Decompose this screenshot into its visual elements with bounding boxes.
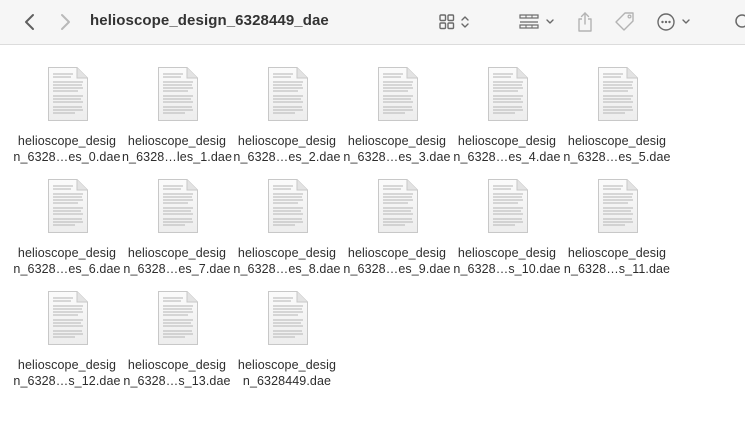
document-icon (158, 179, 198, 233)
file-item[interactable]: helioscope_desig n_6328…s_10.dae (452, 175, 562, 287)
forward-button[interactable] (51, 6, 79, 38)
file-item[interactable]: helioscope_desig n_6328…es_0.dae (12, 63, 122, 175)
search-icon (734, 14, 745, 28)
file-name: helioscope_desig n_6328…es_3.dae (343, 134, 451, 164)
document-icon (158, 291, 198, 345)
chevron-right-icon (61, 14, 70, 30)
file-name: helioscope_desig n_6328…es_6.dae (13, 246, 121, 276)
file-item[interactable]: helioscope_desig n_6328…es_6.dae (12, 175, 122, 287)
icon-grid-view-icon (439, 14, 469, 30)
file-name: helioscope_desig n_6328…es_5.dae (563, 134, 671, 164)
file-grid: helioscope_desig n_6328…es_0.dae heliosc… (12, 63, 672, 399)
document-icon (158, 67, 198, 121)
finder-window: helioscope_design_6328449_dae helioscope… (0, 0, 745, 421)
toolbar: helioscope_design_6328449_dae (0, 0, 745, 45)
document-icon (268, 179, 308, 233)
document-icon (598, 179, 638, 233)
document-icon (378, 67, 418, 121)
document-icon (48, 291, 88, 345)
file-name: helioscope_desig n_6328…s_11.dae (563, 246, 671, 276)
file-item[interactable]: helioscope_desig n_6328…es_9.dae (342, 175, 452, 287)
chevron-left-icon (25, 14, 34, 30)
file-name: helioscope_desig n_6328…s_10.dae (453, 246, 561, 276)
file-name: helioscope_desig n_6328…les_1.dae (122, 134, 233, 164)
ellipsis-circle-icon (657, 13, 690, 31)
group-by-button[interactable] (514, 6, 562, 38)
group-by-icon (519, 14, 554, 29)
tag-icon (615, 12, 634, 31)
file-name: helioscope_desig n_6328…es_7.dae (123, 246, 231, 276)
file-name: helioscope_desig n_6328…es_9.dae (343, 246, 451, 276)
file-item[interactable]: helioscope_desig n_6328…es_5.dae (562, 63, 672, 175)
file-item[interactable]: helioscope_desig n_6328…es_3.dae (342, 63, 452, 175)
window-title: helioscope_design_6328449_dae (90, 12, 329, 29)
document-icon (48, 179, 88, 233)
file-item[interactable]: helioscope_desig n_6328…s_11.dae (562, 175, 672, 287)
document-icon (598, 67, 638, 121)
file-name: helioscope_desig n_6328…es_4.dae (453, 134, 561, 164)
share-icon (578, 12, 592, 32)
file-name: helioscope_desig n_6328…es_8.dae (233, 246, 341, 276)
file-name: helioscope_desig n_6328…s_13.dae (123, 358, 231, 388)
share-button[interactable] (572, 6, 598, 38)
search-button[interactable] (730, 6, 745, 38)
file-browser-area[interactable]: helioscope_desig n_6328…es_0.dae heliosc… (0, 45, 745, 421)
document-icon (48, 67, 88, 121)
file-name: helioscope_desig n_6328…s_12.dae (13, 358, 121, 388)
document-icon (488, 67, 528, 121)
file-item[interactable]: helioscope_desig n_6328…es_7.dae (122, 175, 232, 287)
file-name: helioscope_desig n_6328…es_2.dae (233, 134, 341, 164)
more-actions-button[interactable] (650, 6, 700, 38)
document-icon (378, 179, 418, 233)
document-icon (488, 179, 528, 233)
file-item[interactable]: helioscope_desig n_6328…es_4.dae (452, 63, 562, 175)
file-item[interactable]: helioscope_desig n_6328449.dae (232, 287, 342, 399)
document-icon (268, 67, 308, 121)
view-options-button[interactable] (432, 6, 480, 38)
document-icon (268, 291, 308, 345)
back-button[interactable] (16, 6, 44, 38)
file-item[interactable]: helioscope_desig n_6328…s_12.dae (12, 287, 122, 399)
file-item[interactable]: helioscope_desig n_6328…les_1.dae (122, 63, 232, 175)
file-item[interactable]: helioscope_desig n_6328…es_8.dae (232, 175, 342, 287)
file-name: helioscope_desig n_6328…es_0.dae (13, 134, 121, 164)
file-item[interactable]: helioscope_desig n_6328…s_13.dae (122, 287, 232, 399)
file-name: helioscope_desig n_6328449.dae (237, 358, 337, 388)
tag-button[interactable] (608, 6, 642, 38)
file-item[interactable]: helioscope_desig n_6328…es_2.dae (232, 63, 342, 175)
